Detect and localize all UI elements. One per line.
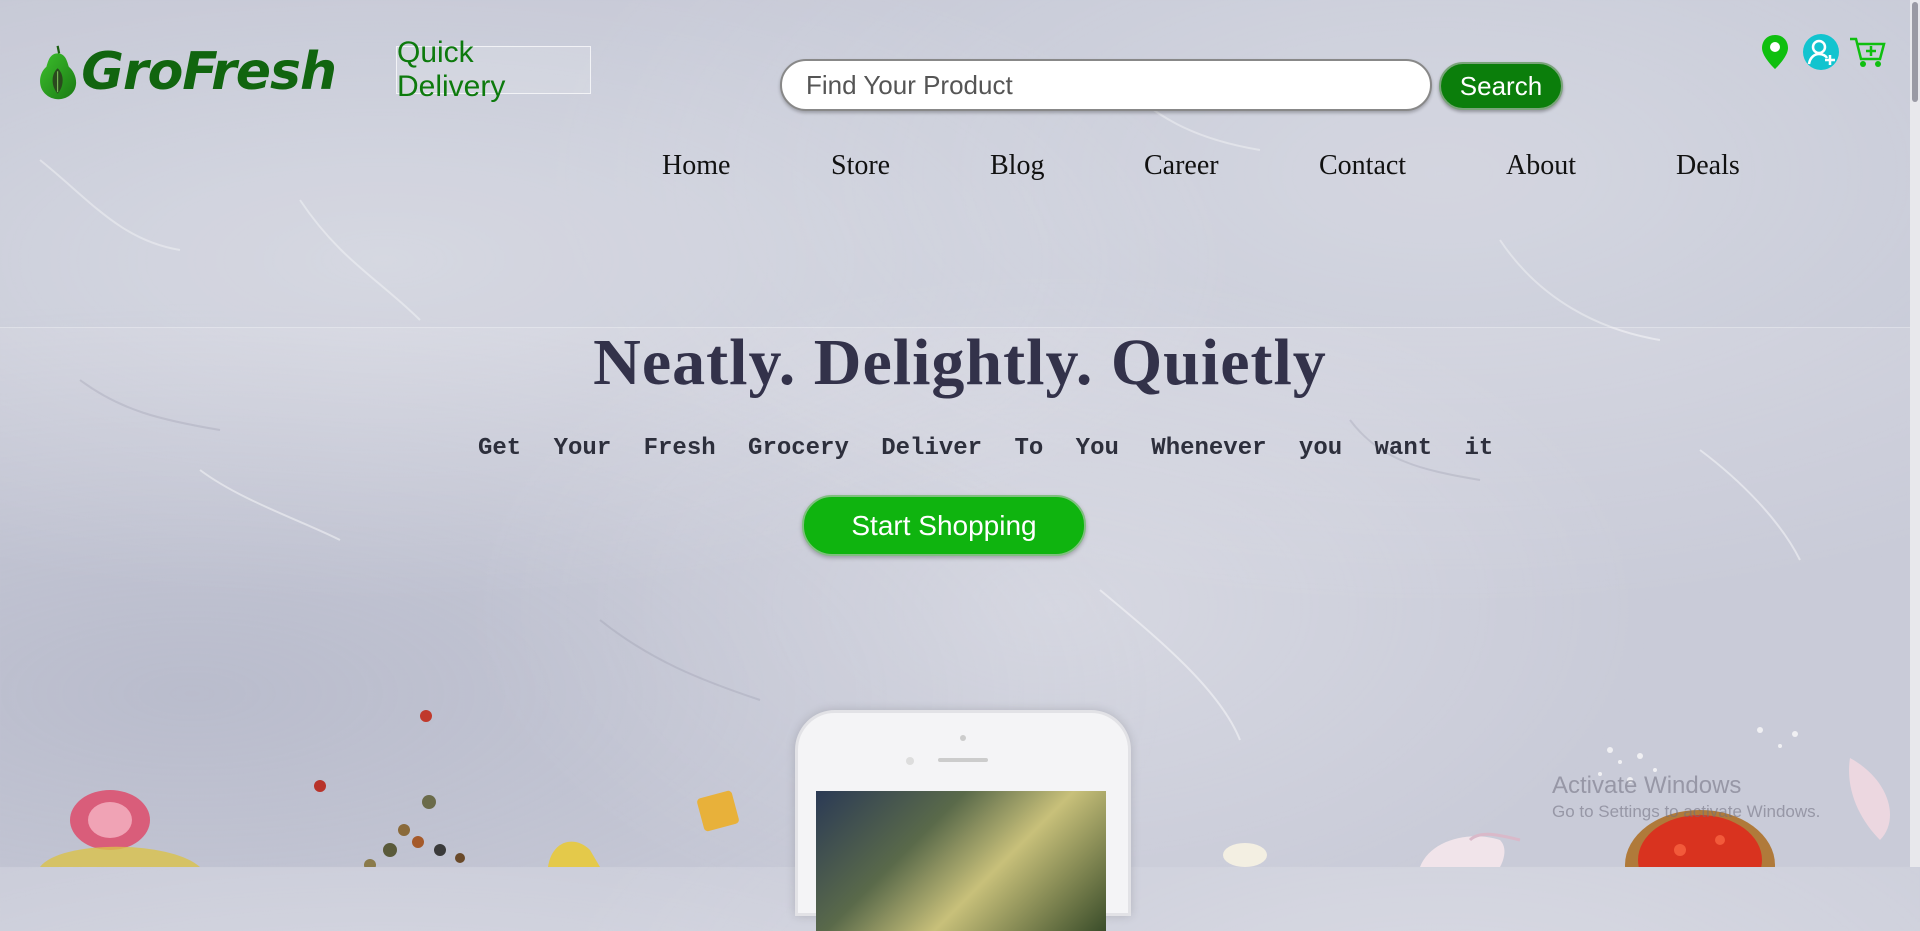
nav-item-blog[interactable]: Blog — [990, 150, 1044, 182]
watermark-subtitle: Go to Settings to activate Windows. — [1552, 802, 1821, 821]
pear-leaf-icon — [40, 45, 77, 100]
search-input[interactable] — [780, 59, 1432, 111]
header-icons — [1752, 32, 1890, 72]
main-nav: Home Store Blog Career Contact About Dea… — [620, 150, 1820, 190]
nav-item-career[interactable]: Career — [1144, 150, 1219, 182]
scrollbar-thumb[interactable] — [1912, 2, 1918, 102]
hero-subtitle: Get Your Fresh Grocery Deliver To You Wh… — [478, 435, 1494, 462]
windows-activation-watermark: Activate Windows Go to Settings to activ… — [1552, 772, 1820, 822]
nav-item-store[interactable]: Store — [831, 150, 890, 182]
vertical-scrollbar[interactable] — [1910, 0, 1920, 867]
cart-add-icon[interactable] — [1844, 32, 1890, 72]
search-button[interactable]: Search — [1439, 62, 1563, 110]
quick-delivery-badge[interactable]: Quick Delivery — [396, 36, 591, 103]
brand-logo[interactable]: GroFresh — [36, 32, 337, 112]
phone-screen-image — [816, 791, 1106, 931]
brand-name: GroFresh — [81, 42, 337, 102]
nav-item-contact[interactable]: Contact — [1319, 150, 1406, 182]
nav-item-deals[interactable]: Deals — [1676, 150, 1740, 182]
phone-mockup — [795, 710, 1131, 931]
location-pin-icon[interactable] — [1752, 32, 1798, 72]
add-user-icon[interactable] — [1798, 32, 1844, 72]
nav-item-about[interactable]: About — [1506, 150, 1576, 182]
watermark-title: Activate Windows — [1552, 772, 1742, 799]
hero-title: Neatly. Delightly. Quietly — [593, 326, 1327, 399]
nav-item-home[interactable]: Home — [662, 150, 730, 182]
start-shopping-button[interactable]: Start Shopping — [802, 495, 1086, 556]
